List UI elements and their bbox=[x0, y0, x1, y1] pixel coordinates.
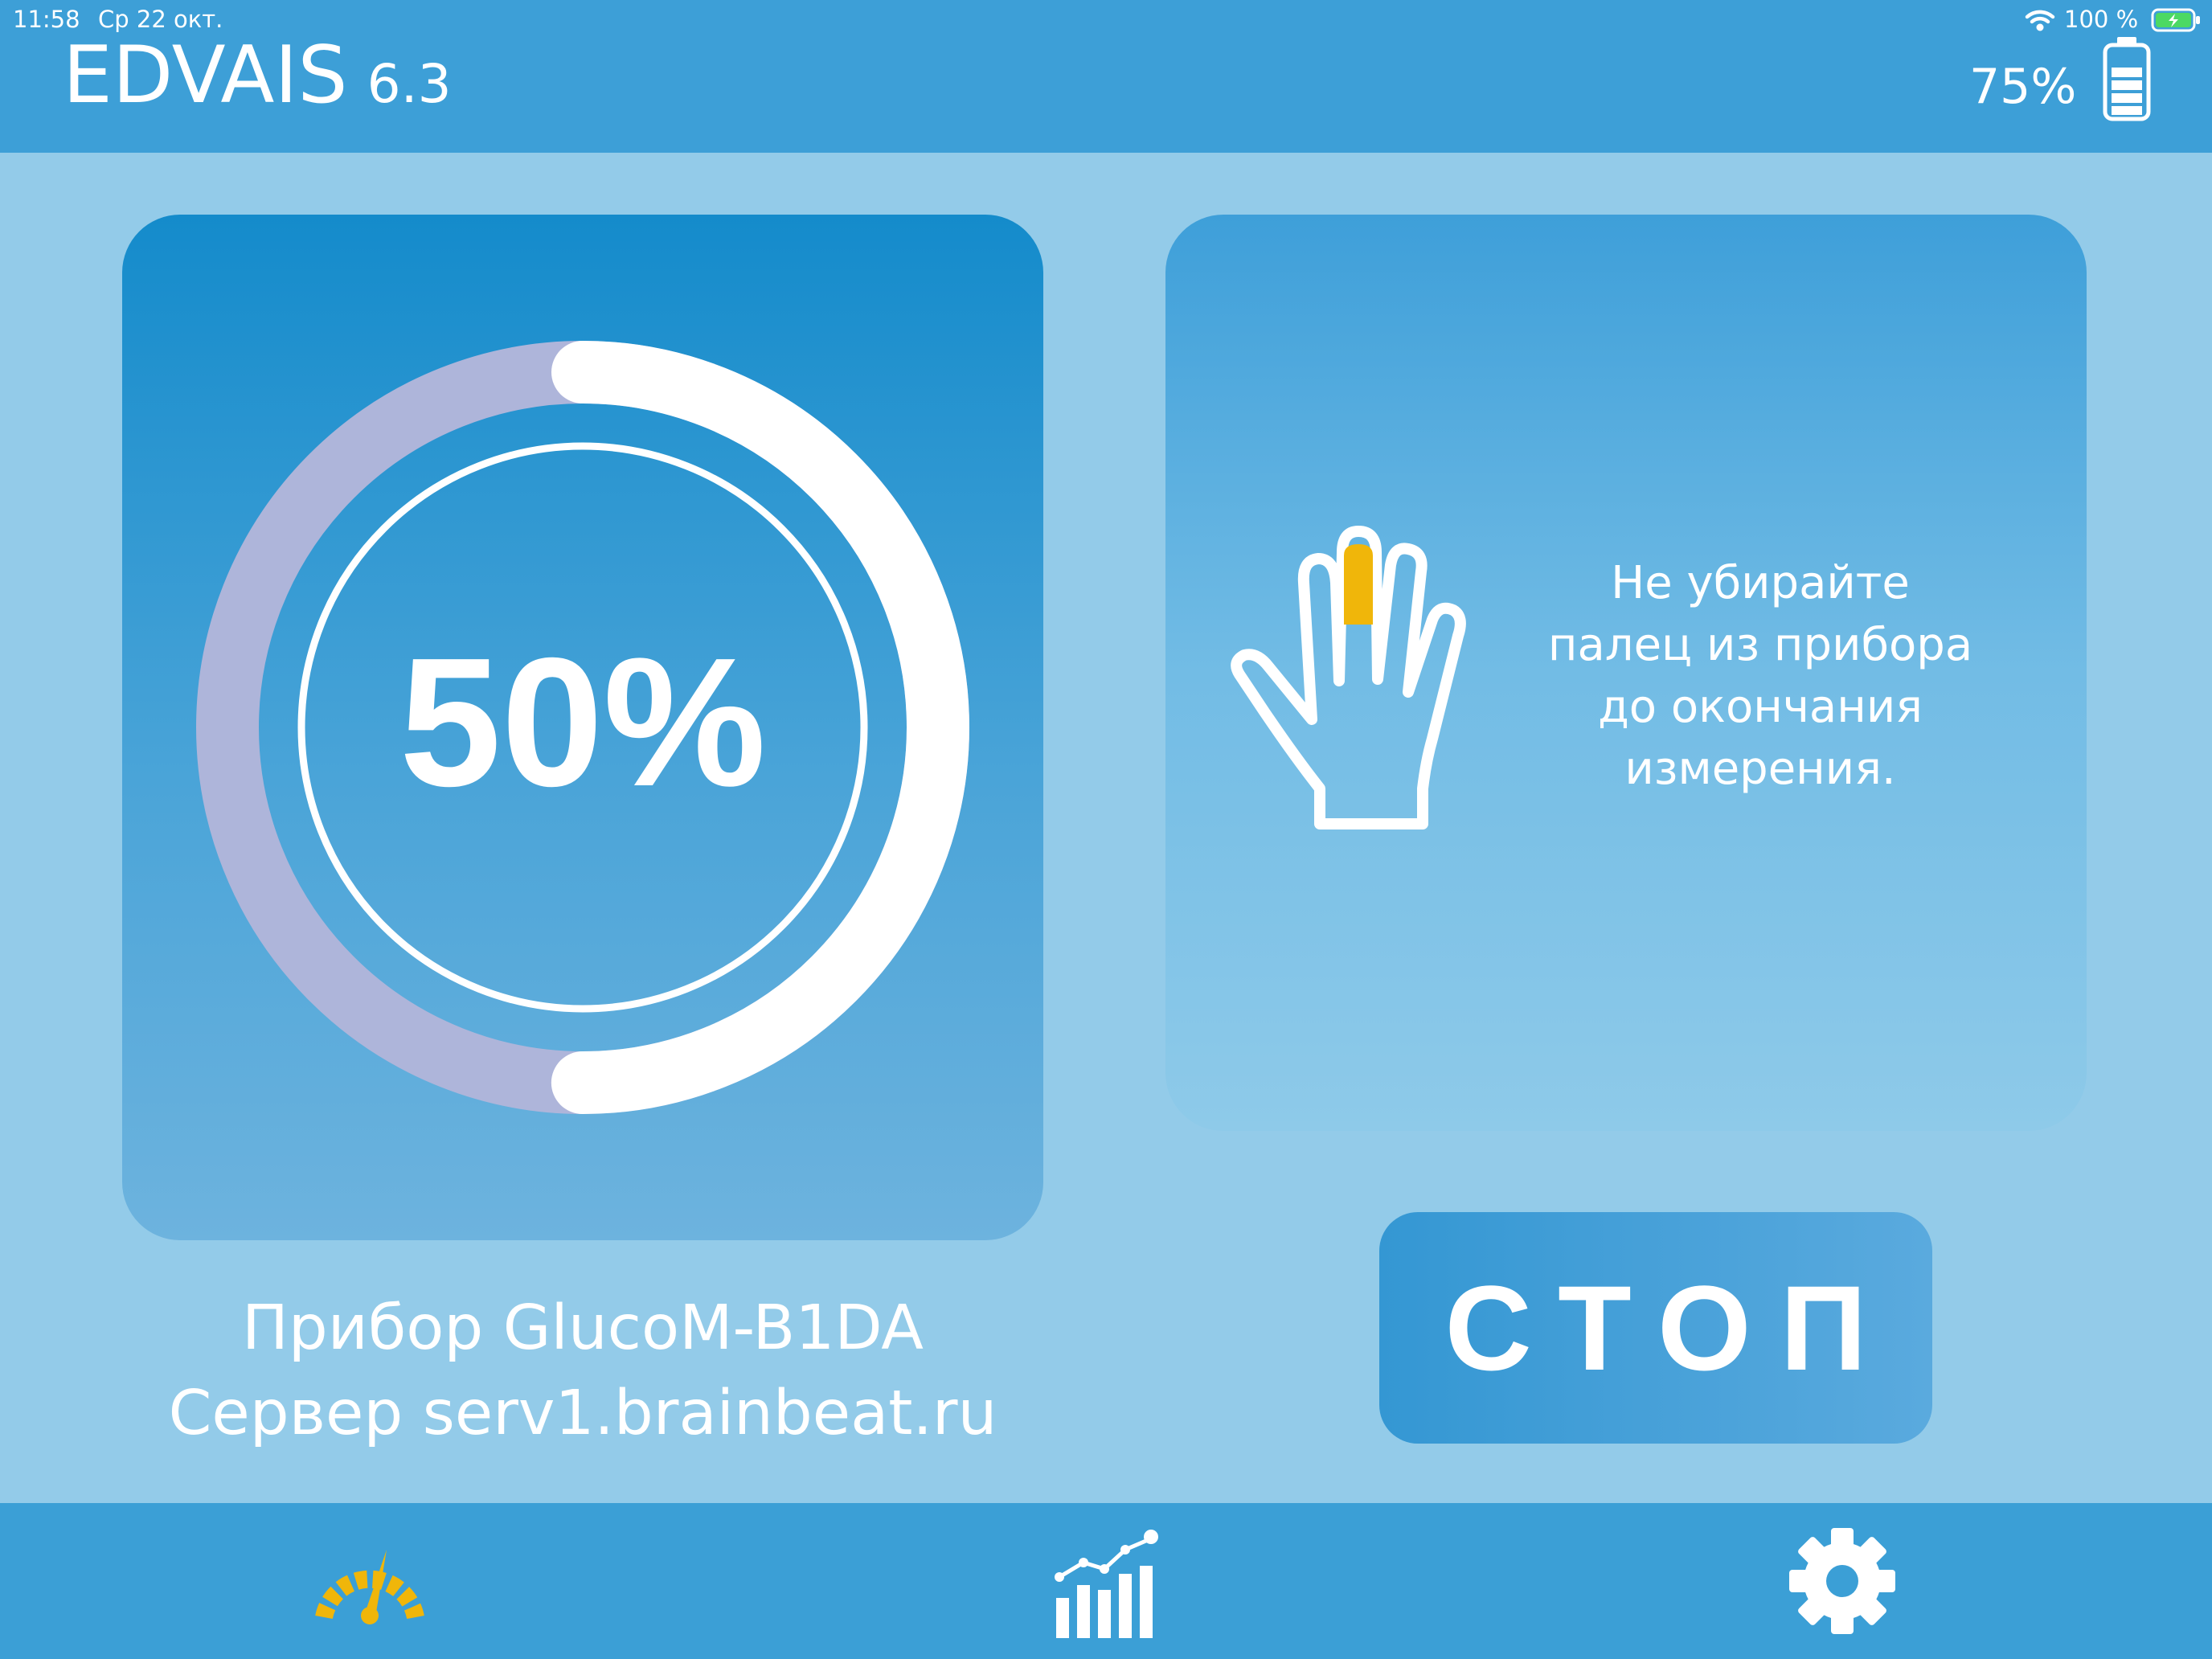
finger-instruction: Не убирайте палец из прибора до окончани… bbox=[1535, 552, 1985, 800]
tab-bar bbox=[0, 1503, 2212, 1659]
app-name: EDVAIS bbox=[63, 30, 348, 121]
instruction-line-3: до окончания bbox=[1598, 681, 1923, 733]
progress-card: 50% bbox=[122, 215, 1043, 1240]
chart-icon bbox=[1055, 1530, 1158, 1638]
tab-measure[interactable] bbox=[249, 1503, 490, 1659]
hand-icon bbox=[1231, 526, 1466, 830]
gauge-icon bbox=[315, 1550, 424, 1624]
app-header: 11:58 Ср 22 окт. 100 % EDVAIS 6.3 75% bbox=[0, 0, 2212, 153]
instruction-line-1: Не убирайте bbox=[1611, 557, 1910, 609]
instruction-line-2: палец из прибора bbox=[1547, 619, 1973, 671]
wifi-icon bbox=[2025, 10, 2055, 31]
status-battery-percent: 100 % bbox=[2064, 6, 2139, 33]
stop-button[interactable]: СТОП bbox=[1379, 1212, 1932, 1444]
server-address: Сервер serv1.brainbeat.ru bbox=[168, 1378, 997, 1449]
tab-settings[interactable] bbox=[1722, 1503, 1963, 1659]
device-battery-percent: 75% bbox=[1969, 59, 2077, 115]
device-battery-icon bbox=[2103, 37, 2151, 121]
tab-statistics[interactable] bbox=[987, 1503, 1228, 1659]
instruction-line-4: измерения. bbox=[1624, 743, 1896, 795]
gear-icon bbox=[1789, 1528, 1895, 1634]
device-name: Прибор GlucoM-B1DA bbox=[242, 1292, 924, 1364]
system-battery-icon bbox=[2151, 8, 2200, 32]
app-title: EDVAIS 6.3 bbox=[63, 27, 452, 133]
progress-percentage: 50% bbox=[399, 620, 767, 825]
instruction-card: Не убирайте палец из прибора до окончани… bbox=[1165, 215, 2087, 1131]
app-version: 6.3 bbox=[367, 53, 452, 115]
device-info: Прибор GlucoM-B1DA Сервер serv1.brainbea… bbox=[122, 1286, 1043, 1456]
